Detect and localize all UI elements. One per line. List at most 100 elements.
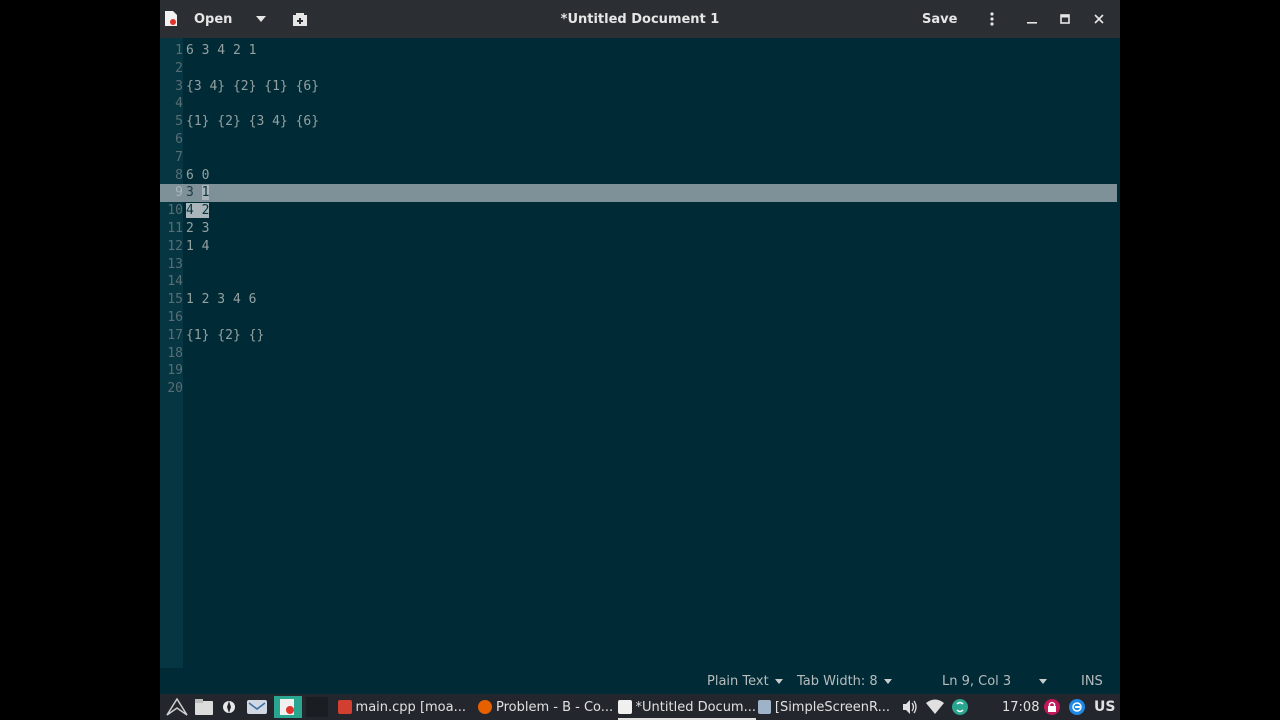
line-text: 2 3 bbox=[186, 221, 210, 236]
line-number: 7 bbox=[175, 149, 183, 165]
screen-recorder-icon bbox=[758, 700, 771, 714]
firefox-icon bbox=[478, 700, 492, 714]
network-wifi-icon[interactable] bbox=[926, 699, 944, 715]
cursor-position-label: Ln 9, Col 3 bbox=[942, 673, 1012, 689]
editor-line[interactable]: 2 bbox=[160, 60, 1117, 78]
editor-line[interactable]: 13 bbox=[160, 256, 1117, 274]
web-browser-icon[interactable] bbox=[222, 694, 236, 720]
line-text: 3 1 bbox=[186, 184, 210, 202]
taskbar-task[interactable]: [SimpleScreenR... bbox=[758, 694, 890, 720]
editor-line[interactable]: 6 bbox=[160, 131, 1117, 149]
editor-line[interactable]: 86 0 bbox=[160, 167, 1117, 185]
mail-client-icon[interactable] bbox=[247, 694, 267, 720]
editor-line[interactable]: 7 bbox=[160, 149, 1117, 167]
line-number: 17 bbox=[167, 327, 183, 343]
logout-icon[interactable] bbox=[1069, 699, 1085, 715]
line-text: 6 0 bbox=[186, 167, 210, 183]
text-editor-area[interactable]: 16 3 4 2 1 2 3 {3 4} {2} {1} {6} 4 5 {1} {2} {… bbox=[160, 38, 1120, 668]
keyboard-layout-indicator[interactable]: US bbox=[1094, 694, 1115, 720]
line-number: 6 bbox=[175, 132, 183, 147]
text-editor-launcher-icon[interactable] bbox=[274, 694, 302, 720]
editor-line[interactable]: 93 1 bbox=[160, 184, 1117, 203]
editor-line[interactable]: 15 1 2 3 4 6 bbox=[160, 291, 1117, 309]
code-editor-icon bbox=[338, 700, 352, 714]
text-editor-icon bbox=[618, 700, 632, 714]
cursor-position-selector[interactable]: Ln 9, Col 3 bbox=[942, 668, 1048, 694]
line-number: 16 bbox=[167, 310, 183, 325]
editor-line[interactable]: 17 {1} {2} {} bbox=[160, 327, 1117, 345]
line-number: 15 bbox=[167, 292, 183, 308]
line-text-segment: 3 bbox=[186, 185, 202, 201]
maximize-icon[interactable] bbox=[1058, 0, 1072, 38]
line-text: 4 2 bbox=[186, 202, 210, 220]
insert-mode-indicator: INS bbox=[1081, 673, 1103, 689]
editor-line[interactable]: 16 3 4 2 1 bbox=[160, 42, 1117, 60]
taskbar-task[interactable]: main.cpp [moa... bbox=[338, 694, 466, 720]
editor-line[interactable]: 3 {3 4} {2} {1} {6} bbox=[160, 78, 1117, 96]
line-number: 13 bbox=[167, 256, 183, 272]
editor-line[interactable]: 19 bbox=[160, 362, 1117, 380]
editor-line[interactable]: 16 bbox=[160, 309, 1117, 327]
minimize-icon[interactable] bbox=[1025, 0, 1039, 38]
taskbar-task-label: [SimpleScreenR... bbox=[774, 699, 890, 715]
editor-line[interactable]: 12 1 4 bbox=[160, 238, 1117, 256]
line-number: 19 bbox=[167, 363, 183, 379]
line-number: 18 bbox=[167, 345, 183, 361]
workspace-switcher[interactable] bbox=[306, 694, 328, 720]
update-manager-icon[interactable] bbox=[952, 699, 968, 715]
clock[interactable]: 17:08 bbox=[1002, 694, 1039, 720]
line-text: 6 3 4 2 1 bbox=[186, 43, 257, 58]
lock-screen-icon[interactable] bbox=[1044, 699, 1060, 715]
taskbar-task-label: main.cpp [moa... bbox=[355, 699, 466, 715]
tab-width-selector[interactable]: Tab Width: 8 bbox=[797, 668, 892, 694]
language-selector[interactable]: Plain Text bbox=[707, 668, 783, 694]
line-number: 11 bbox=[167, 221, 183, 236]
file-manager-icon[interactable] bbox=[195, 694, 213, 720]
taskbar-task[interactable]: Problem - B - Co... bbox=[478, 694, 614, 720]
editor-line[interactable]: 11 2 3 bbox=[160, 220, 1117, 238]
taskbar-task[interactable]: *Untitled Docum... bbox=[618, 694, 756, 720]
line-text: 1 2 3 4 6 bbox=[186, 292, 257, 308]
line-number: 12 bbox=[167, 238, 183, 254]
selected-text: 1 bbox=[201, 185, 210, 201]
text-editor-app-icon bbox=[165, 11, 177, 26]
editor-line[interactable]: 14 bbox=[160, 273, 1117, 291]
open-button[interactable]: Open bbox=[194, 0, 232, 38]
chevron-down-icon bbox=[883, 678, 892, 684]
close-icon[interactable] bbox=[1092, 0, 1106, 38]
text-editor-window: Open *Untitled Document 1 Save 16 3 4 2 … bbox=[160, 0, 1120, 694]
line-number: 10 bbox=[167, 203, 183, 219]
line-number: 8 bbox=[175, 167, 183, 183]
chevron-down-icon bbox=[1039, 678, 1048, 684]
taskbar-task-label: Problem - B - Co... bbox=[496, 699, 614, 715]
status-bar: Plain Text Tab Width: 8 Ln 9, Col 3 INS bbox=[160, 668, 1120, 694]
line-number: 3 bbox=[175, 78, 183, 94]
line-text: {1} {2} {} bbox=[186, 327, 265, 343]
tab-width-label: Tab Width: 8 bbox=[797, 673, 878, 689]
language-label: Plain Text bbox=[707, 673, 769, 689]
line-number: 20 bbox=[167, 381, 183, 397]
start-menu-icon[interactable] bbox=[166, 694, 188, 720]
menu-kebab-icon[interactable] bbox=[985, 0, 999, 38]
editor-line[interactable]: 18 bbox=[160, 345, 1117, 363]
line-number: 4 bbox=[175, 96, 183, 112]
open-recent-dropdown-icon[interactable] bbox=[255, 0, 267, 38]
volume-icon[interactable] bbox=[902, 699, 918, 715]
taskbar-task-label: *Untitled Docum... bbox=[635, 699, 756, 715]
line-text: 1 4 bbox=[186, 238, 210, 254]
new-document-icon[interactable] bbox=[292, 0, 308, 38]
line-number: 1 bbox=[175, 43, 183, 58]
chevron-down-icon bbox=[774, 678, 783, 684]
line-text: {3 4} {2} {1} {6} bbox=[186, 78, 320, 94]
selected-text: 4 2 bbox=[186, 203, 210, 219]
header-bar: Open *Untitled Document 1 Save bbox=[160, 0, 1120, 38]
editor-line[interactable]: 4 bbox=[160, 95, 1117, 113]
line-number: 2 bbox=[175, 60, 183, 76]
line-number: 9 bbox=[175, 185, 183, 201]
line-number: 5 bbox=[175, 114, 183, 130]
editor-line[interactable]: 5 {1} {2} {3 4} {6} bbox=[160, 113, 1117, 131]
save-button[interactable]: Save bbox=[922, 0, 957, 38]
line-number: 14 bbox=[167, 274, 183, 290]
editor-line[interactable]: 20 bbox=[160, 380, 1117, 398]
editor-line[interactable]: 10 4 2 bbox=[160, 202, 1117, 220]
